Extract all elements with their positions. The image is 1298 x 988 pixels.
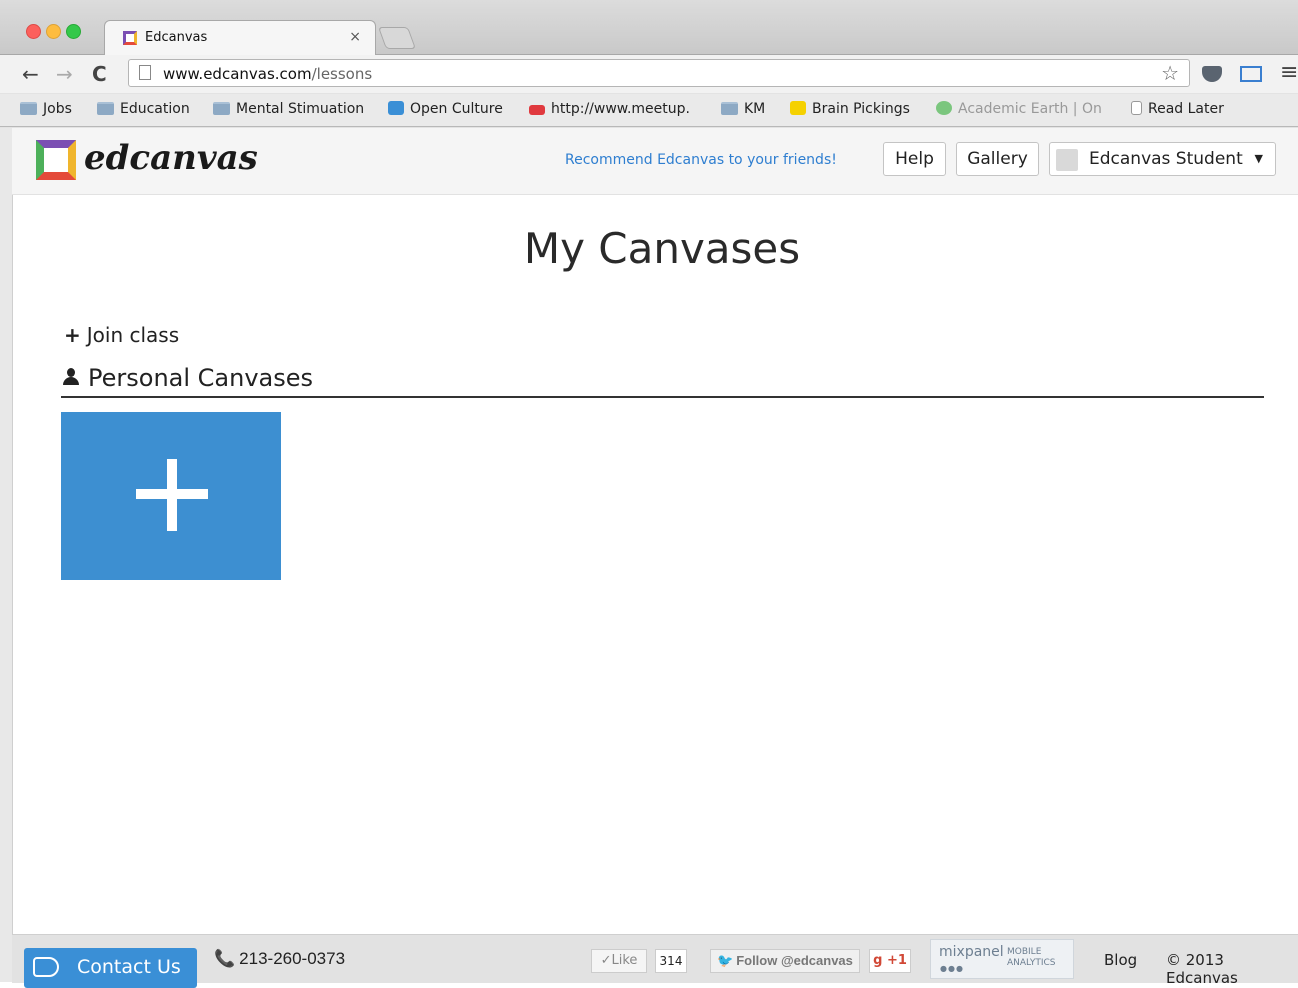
plus-icon: + xyxy=(64,323,81,347)
address-bar[interactable]: www.edcanvas.com/lessons ☆ xyxy=(128,59,1190,87)
bookmark-km[interactable]: KM xyxy=(721,101,765,117)
bookmark-label: Open Culture xyxy=(410,101,503,117)
bookmark-label: Education xyxy=(120,101,190,117)
bookmark-academic-earth[interactable]: Academic Earth | On xyxy=(936,101,1102,117)
browser-tab[interactable]: Edcanvas × xyxy=(104,20,376,55)
window-minimize-icon[interactable] xyxy=(46,24,61,39)
edcanvas-logo-icon[interactable] xyxy=(36,140,76,180)
chevron-down-icon: ▼ xyxy=(1254,152,1263,165)
blog-link[interactable]: Blog xyxy=(1104,951,1137,969)
phone-number-text: 213-260-0373 xyxy=(239,949,346,968)
phone-icon: 📞 xyxy=(214,949,236,968)
new-tab-button[interactable] xyxy=(377,27,417,49)
forward-arrow-icon[interactable]: → xyxy=(56,62,73,86)
tab-title: Edcanvas xyxy=(145,30,208,45)
mixpanel-sub-line1: MOBILE xyxy=(1007,947,1042,957)
bookmarks-bar: Jobs Education Mental Stimuation Open Cu… xyxy=(0,94,1298,127)
browser-chrome: Edcanvas × ← → C www.edcanvas.com/lesson… xyxy=(0,0,1298,128)
bookmark-label: KM xyxy=(744,101,766,117)
gallery-button[interactable]: Gallery xyxy=(956,142,1039,176)
like-count: 314 xyxy=(655,949,687,973)
bookmark-label: http://www.meetup. xyxy=(551,101,690,117)
bookmark-jobs[interactable]: Jobs xyxy=(20,101,72,117)
globe-icon xyxy=(936,101,952,115)
folder-icon xyxy=(213,102,230,115)
bookmark-star-icon[interactable]: ☆ xyxy=(1161,61,1179,85)
user-name: Edcanvas Student xyxy=(1089,149,1243,169)
personal-canvases-label: Personal Canvases xyxy=(88,364,314,392)
plus-icon-vertical xyxy=(167,459,177,531)
url-host: www.edcanvas.com xyxy=(163,65,312,83)
mixpanel-name: mixpanel xyxy=(939,944,1004,960)
bookmark-mental-stimuation[interactable]: Mental Stimuation xyxy=(213,101,364,117)
window-maximize-icon[interactable] xyxy=(66,24,81,39)
browser-menu-icon[interactable]: ≡ xyxy=(1280,60,1298,85)
recommend-link[interactable]: Recommend Edcanvas to your friends! xyxy=(565,152,837,168)
bookmark-label: Academic Earth | On xyxy=(958,101,1102,117)
site-footer: Contact Us 📞 213-260-0373 ✓Like 314 🐦 Foll… xyxy=(12,934,1298,988)
meetup-icon xyxy=(529,105,545,115)
contact-us-label: Contact Us xyxy=(77,956,181,978)
folder-icon xyxy=(97,102,114,115)
open-culture-icon xyxy=(388,101,404,115)
browser-toolbar: ← → C www.edcanvas.com/lessons ☆ xyxy=(0,55,1298,93)
bookmark-label: Brain Pickings xyxy=(812,101,910,117)
site-header: edcanvas Recommend Edcanvas to your frie… xyxy=(12,128,1298,195)
mixpanel-sub-line2: ANALYTICS xyxy=(1007,958,1056,968)
bookmark-label: Jobs xyxy=(43,101,72,117)
screen-capture-icon[interactable] xyxy=(1240,66,1262,82)
section-divider xyxy=(61,396,1264,398)
back-arrow-icon[interactable]: ← xyxy=(22,62,39,86)
folder-icon xyxy=(721,102,738,115)
facebook-like-button[interactable]: ✓Like xyxy=(591,949,647,973)
folder-icon xyxy=(20,102,37,115)
reload-icon[interactable]: C xyxy=(92,62,107,86)
url-text[interactable]: www.edcanvas.com/lessons xyxy=(163,65,372,83)
phone-number: 📞 213-260-0373 xyxy=(214,949,345,969)
avatar xyxy=(1056,149,1078,171)
twitter-follow-button[interactable]: 🐦 Follow @edcanvas xyxy=(710,949,860,973)
mixpanel-subtitle: MOBILE ANALYTICS xyxy=(1007,947,1056,969)
bookmark-brain-pickings[interactable]: Brain Pickings xyxy=(790,101,910,117)
logo-wordmark[interactable]: edcanvas xyxy=(84,138,258,178)
join-class-link[interactable]: + Join class xyxy=(64,323,179,347)
new-canvas-button[interactable] xyxy=(61,412,281,580)
bookmark-label: Mental Stimuation xyxy=(236,101,365,117)
contact-us-button[interactable]: Contact Us xyxy=(24,948,197,988)
page-icon xyxy=(139,65,151,80)
personal-canvases-heading: Personal Canvases xyxy=(62,364,313,392)
help-button[interactable]: Help xyxy=(883,142,946,176)
google-plus-one-button[interactable]: g +1 xyxy=(869,949,911,973)
mixpanel-badge[interactable]: mixpanel MOBILE ANALYTICS ●●● xyxy=(930,939,1074,979)
twitter-bird-icon: 🐦 xyxy=(717,953,734,968)
url-path: /lessons xyxy=(311,65,373,83)
tab-bar: Edcanvas × xyxy=(0,0,1298,55)
join-class-label: Join class xyxy=(86,323,180,347)
window-close-icon[interactable] xyxy=(26,24,41,39)
user-menu-button[interactable]: Edcanvas Student ▼ xyxy=(1049,142,1276,176)
brain-pickings-icon xyxy=(790,101,806,115)
follow-label: Follow @edcanvas xyxy=(736,953,853,968)
person-icon xyxy=(62,367,80,387)
mixpanel-dots-icon: ●●● xyxy=(940,964,964,973)
edcanvas-favicon-icon xyxy=(123,31,137,45)
page-title: My Canvases xyxy=(523,224,801,273)
tab-close-icon[interactable]: × xyxy=(349,29,361,45)
bookmark-education[interactable]: Education xyxy=(97,101,190,117)
page-icon xyxy=(1131,101,1142,115)
megaphone-icon xyxy=(33,957,59,977)
bookmark-meetup[interactable]: http://www.meetup. xyxy=(529,101,690,117)
bookmark-read-later[interactable]: Read Later xyxy=(1131,101,1224,117)
bookmark-label: Read Later xyxy=(1148,101,1224,117)
bookmark-open-culture[interactable]: Open Culture xyxy=(388,101,503,117)
